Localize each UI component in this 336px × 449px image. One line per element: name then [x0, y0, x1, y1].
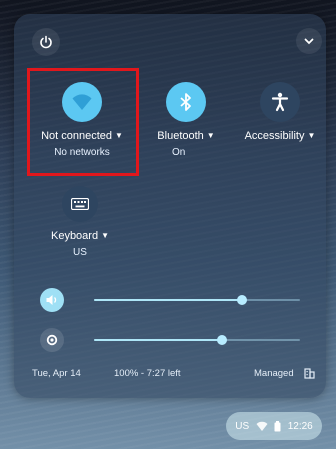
- collapse-button[interactable]: [296, 28, 322, 54]
- managed-label[interactable]: Managed: [254, 368, 294, 379]
- accessibility-toggle[interactable]: [260, 82, 300, 122]
- accessibility-icon: [271, 92, 289, 112]
- highlight-box: [27, 68, 139, 176]
- battery-label: 100% - 7:27 left: [114, 368, 181, 379]
- brightness-icon: [46, 334, 58, 346]
- keyboard-tile[interactable]: Keyboard ▼ US: [30, 186, 130, 258]
- wifi-icon: [256, 421, 268, 431]
- volume-icon: [46, 295, 57, 305]
- bluetooth-tile[interactable]: Bluetooth ▼ On: [136, 82, 236, 158]
- bluetooth-status: On: [172, 147, 186, 158]
- bluetooth-toggle[interactable]: [166, 82, 206, 122]
- brightness-slider[interactable]: [94, 335, 300, 345]
- volume-slider[interactable]: [94, 295, 300, 305]
- volume-slider-fill: [94, 299, 243, 301]
- keyboard-label[interactable]: Keyboard ▼: [30, 230, 130, 242]
- status-tray[interactable]: US 12:26: [226, 412, 322, 440]
- caret-down-icon: ▼: [101, 231, 109, 240]
- volume-button[interactable]: [40, 288, 64, 312]
- battery-icon: [274, 420, 281, 431]
- brightness-slider-fill: [94, 339, 222, 341]
- caret-down-icon: ▼: [206, 131, 215, 140]
- tray-time: 12:26: [287, 420, 313, 432]
- keyboard-toggle[interactable]: [62, 186, 98, 222]
- volume-slider-row: [40, 288, 310, 312]
- bluetooth-icon: [180, 93, 191, 111]
- volume-slider-thumb[interactable]: [237, 295, 248, 305]
- brightness-button: [40, 328, 64, 352]
- chevron-down-icon: [304, 38, 314, 45]
- power-button[interactable]: [32, 28, 60, 56]
- caret-down-icon: ▼: [307, 131, 316, 140]
- brightness-slider-thumb[interactable]: [216, 335, 227, 345]
- keyboard-icon: [71, 198, 89, 210]
- brightness-slider-row: [40, 328, 310, 352]
- status-footer: Tue, Apr 14 100% - 7:27 left Managed: [14, 364, 326, 384]
- accessibility-tile[interactable]: Accessibility ▼: [230, 82, 330, 142]
- accessibility-label[interactable]: Accessibility ▼: [230, 130, 330, 142]
- bluetooth-label[interactable]: Bluetooth ▼: [136, 130, 236, 142]
- date-label: Tue, Apr 14: [32, 368, 81, 379]
- building-icon: [304, 368, 315, 379]
- tray-keyboard-layout: US: [235, 420, 250, 432]
- keyboard-layout: US: [73, 247, 87, 258]
- power-icon: [40, 35, 52, 49]
